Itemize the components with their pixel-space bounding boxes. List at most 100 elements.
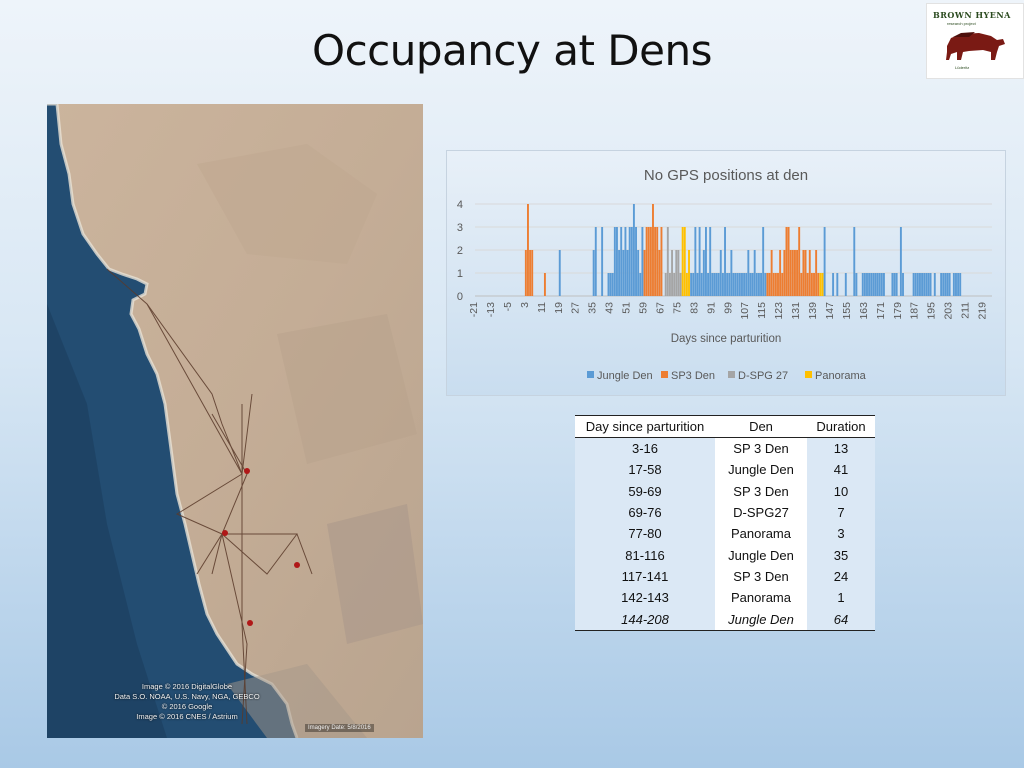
bar-jungle-den — [734, 273, 737, 296]
bar-jungle-den — [923, 273, 926, 296]
bar-jungle-den — [747, 250, 750, 296]
bar-jungle-den — [635, 227, 637, 296]
bar-sp3-den — [529, 250, 532, 296]
bar-jungle-den — [914, 273, 917, 296]
bar-panorama — [688, 250, 690, 296]
table-row: 77-80 Panorama 3 — [575, 523, 875, 545]
table-cell: 69-76 — [575, 501, 715, 524]
bar-jungle-den — [944, 273, 947, 296]
bar-jungle-den — [692, 273, 695, 296]
chart-y-ticks: 0 1 2 3 4 — [457, 199, 463, 303]
table-cell: SP 3 Den — [715, 437, 807, 460]
table-row: 69-76 D-SPG27 7 — [575, 501, 875, 524]
bar-sp3-den — [793, 250, 796, 296]
bar-jungle-den — [882, 273, 885, 296]
x-tick-label: 99 — [722, 302, 734, 314]
bar-jungle-den — [861, 273, 864, 296]
bar-jungle-den — [628, 227, 631, 296]
map-credit-line: Data S.O. NOAA, U.S. Navy, NGA, GEBCO — [114, 692, 260, 701]
bar-jungle-den — [607, 273, 610, 296]
logo-footer: Lüderitz — [955, 65, 970, 70]
table-row: 144-208 Jungle Den 64 — [575, 608, 875, 631]
bar-sp3-den — [806, 273, 809, 296]
bar-d-spg-27 — [671, 250, 674, 296]
bar-jungle-den — [613, 227, 616, 296]
table-cell: 24 — [807, 565, 875, 588]
table-row: 142-143 Panorama 1 — [575, 587, 875, 609]
bar-sp3-den — [527, 204, 529, 296]
bar-jungle-den — [749, 273, 752, 296]
table-row: 117-141 SP 3 Den 24 — [575, 565, 875, 588]
legend-swatch — [661, 371, 668, 378]
table-cell: 41 — [807, 459, 875, 481]
bar-jungle-den — [925, 273, 928, 296]
bar-sp3-den — [785, 227, 788, 296]
bar-sp3-den — [647, 227, 650, 296]
bar-jungle-den — [933, 273, 936, 296]
y-tick-label: 3 — [457, 222, 463, 234]
bar-jungle-den — [639, 273, 642, 296]
bar-sp3-den — [654, 227, 657, 296]
bar-jungle-den — [902, 273, 904, 296]
bar-jungle-den — [893, 273, 896, 296]
bar-sp3-den — [810, 273, 813, 296]
bar-d-spg-27 — [677, 250, 680, 296]
table-cell: 117-141 — [575, 565, 715, 588]
bar-sp3-den — [543, 273, 546, 296]
map-imagery-date: Imagery Date: 5/8/2016 — [305, 724, 374, 732]
bar-jungle-den — [743, 273, 746, 296]
bar-jungle-den — [690, 273, 693, 296]
bar-jungle-den — [558, 250, 561, 296]
bar-jungle-den — [836, 273, 839, 296]
x-tick-label: 11 — [536, 302, 548, 313]
x-tick-label: 195 — [926, 302, 938, 320]
bar-sp3-den — [649, 227, 652, 296]
bar-jungle-den — [880, 273, 883, 296]
bar-jungle-den — [866, 273, 868, 296]
bar-sp3-den — [660, 227, 663, 296]
bar-jungle-den — [753, 250, 756, 296]
y-tick-label: 0 — [457, 291, 463, 303]
bar-jungle-den — [741, 273, 743, 296]
bar-panorama — [685, 273, 688, 296]
bar-jungle-den — [592, 250, 595, 296]
bar-jungle-den — [853, 227, 856, 296]
slide-title: Occupancy at Dens — [312, 26, 712, 75]
bar-jungle-den — [721, 273, 724, 296]
bar-sp3-den — [772, 273, 775, 296]
x-tick-label: 75 — [671, 302, 683, 314]
map-credit-line: Image © 2016 DigitalGlobe — [141, 682, 233, 691]
bar-sp3-den — [777, 273, 779, 296]
bar-sp3-den — [768, 273, 771, 296]
table-cell: 64 — [807, 608, 875, 631]
bar-sp3-den — [798, 227, 801, 296]
bar-jungle-den — [622, 250, 625, 296]
bar-jungle-den — [630, 227, 633, 296]
bar-jungle-den — [641, 227, 644, 296]
bar-jungle-den — [891, 273, 894, 296]
x-tick-label: 115 — [756, 302, 768, 319]
chart-title: No GPS positions at den — [644, 167, 808, 184]
x-tick-label: 219 — [977, 302, 989, 320]
bar-jungle-den — [711, 273, 714, 296]
bar-sp3-den — [804, 250, 807, 296]
bar-jungle-den — [929, 273, 932, 296]
y-tick-label: 4 — [457, 199, 463, 211]
bar-jungle-den — [957, 273, 960, 296]
bar-jungle-den — [844, 273, 847, 296]
bar-sp3-den — [802, 250, 805, 296]
bar-jungle-den — [895, 273, 898, 296]
bar-sp3-den — [656, 227, 659, 296]
table-cell: Jungle Den — [715, 608, 807, 631]
table-cell: 10 — [807, 480, 875, 502]
bar-sp3-den — [787, 227, 790, 296]
bar-jungle-den — [717, 273, 720, 296]
bar-jungle-den — [874, 273, 877, 296]
bar-d-spg-27 — [675, 250, 678, 296]
x-tick-label: 83 — [688, 302, 700, 314]
bar-jungle-den — [611, 273, 614, 296]
table-cell: 13 — [807, 437, 875, 460]
bar-jungle-den — [751, 273, 754, 296]
bar-sp3-den — [531, 250, 534, 296]
bar-jungle-den — [755, 273, 758, 296]
